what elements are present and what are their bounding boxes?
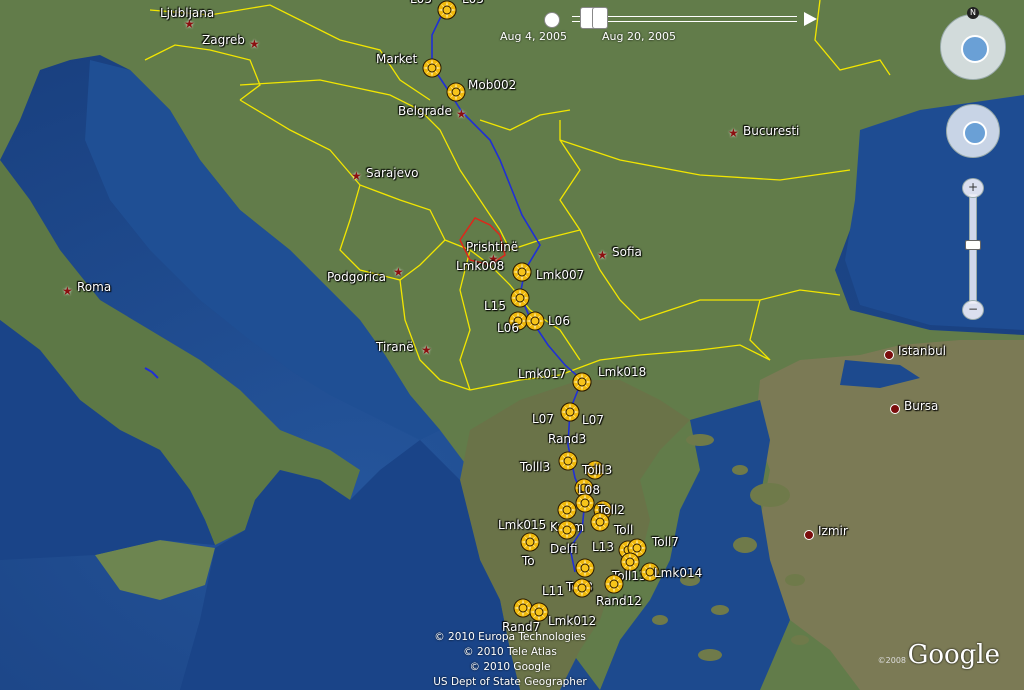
hand-icon[interactable]: [963, 121, 987, 145]
attribution-line: © 2010 Europa Technologies: [434, 631, 586, 643]
placemark-label[interactable]: Lmk014: [654, 566, 702, 580]
attribution: © 2010 Europa Technologies © 2010 Tele A…: [420, 630, 600, 690]
placemark-sun-icon[interactable]: [437, 0, 457, 20]
city-marker-belgrade: ★: [456, 107, 467, 121]
clock-icon[interactable]: [544, 12, 560, 28]
placemark-label[interactable]: L11: [542, 584, 564, 598]
placemark-sun-icon[interactable]: [512, 262, 532, 282]
city-marker-istanbul: [884, 350, 894, 360]
look-joystick[interactable]: N: [940, 7, 1006, 80]
placemark-label[interactable]: Rand3: [548, 432, 586, 446]
placemark-label[interactable]: L05: [410, 0, 432, 6]
city-label-roma[interactable]: Roma: [77, 280, 111, 294]
city-label-tirane[interactable]: Tiranë: [376, 340, 414, 354]
placemark-label[interactable]: Toll7: [652, 535, 679, 549]
placemark-sun-icon[interactable]: [590, 512, 610, 532]
zoom-slider[interactable]: + −: [962, 178, 984, 320]
placemark-label[interactable]: L05: [462, 0, 484, 6]
city-label-ljubljana[interactable]: Ljubljana: [160, 6, 214, 20]
placemark-label[interactable]: Lmk017: [518, 367, 566, 381]
city-label-sarajevo[interactable]: Sarajevo: [366, 166, 418, 180]
city-label-bucuresti[interactable]: Bucuresti: [743, 124, 799, 138]
city-marker-bucuresti: ★: [728, 126, 739, 140]
placemark-sun-icon[interactable]: [422, 58, 442, 78]
play-icon[interactable]: [804, 12, 817, 26]
eye-icon[interactable]: [961, 35, 989, 63]
attribution-line: © 2010 Google: [469, 661, 551, 673]
satellite-map[interactable]: ★ Ljubljana ★ Zagreb ★ Belgrade ★ Bucure…: [0, 0, 1024, 690]
navigation-controls: N + −: [940, 7, 1006, 328]
city-marker-zagreb: ★: [249, 37, 260, 51]
placemark-sun-icon[interactable]: [446, 82, 466, 102]
placemark-label[interactable]: L07: [532, 412, 554, 426]
placemark-sun-icon[interactable]: [520, 532, 540, 552]
placemark-label[interactable]: Lmk012: [548, 614, 596, 628]
placemark-sun-icon[interactable]: [558, 451, 578, 471]
city-marker-izmir: [804, 530, 814, 540]
placemark-sun-icon[interactable]: [575, 493, 595, 513]
city-marker-sofia: ★: [597, 248, 608, 262]
zoom-handle[interactable]: [965, 240, 981, 250]
placemark-label[interactable]: L06: [548, 314, 570, 328]
placemark-sun-icon[interactable]: [525, 311, 545, 331]
placemark-label[interactable]: Tolll3: [582, 463, 612, 477]
city-marker-podgorica: ★: [393, 265, 404, 279]
google-logo: Google: [907, 640, 1000, 670]
placemark-sun-icon[interactable]: [604, 574, 624, 594]
placemark-label[interactable]: Mob002: [468, 78, 516, 92]
city-label-belgrade[interactable]: Belgrade: [398, 104, 452, 118]
placemark-label[interactable]: Lmk007: [536, 268, 584, 282]
placemark-sun-icon[interactable]: [572, 372, 592, 392]
city-marker-bursa: [890, 404, 900, 414]
placemark-sun-icon[interactable]: [572, 578, 592, 598]
city-label-sofia[interactable]: Sofia: [612, 245, 642, 259]
placemark-sun-icon[interactable]: [557, 500, 577, 520]
time-slider[interactable]: Aug 4, 2005 Aug 20, 2005: [500, 6, 822, 46]
attribution-line: © 2010 Tele Atlas: [463, 646, 557, 658]
map-base-layer: [0, 0, 1024, 690]
city-label-bursa[interactable]: Bursa: [904, 399, 938, 413]
placemark-label[interactable]: Market: [376, 52, 417, 66]
placemark-label[interactable]: L07: [582, 413, 604, 427]
placemark-label[interactable]: L15: [484, 299, 506, 313]
zoom-in-button[interactable]: +: [962, 178, 984, 198]
north-indicator[interactable]: N: [967, 7, 979, 19]
city-marker-tirane: ★: [421, 343, 432, 357]
city-label-zagreb[interactable]: Zagreb: [202, 33, 245, 47]
placemark-label[interactable]: Tolll3: [520, 460, 550, 474]
placemark-label[interactable]: L06: [497, 321, 519, 335]
zoom-out-button[interactable]: −: [962, 300, 984, 320]
placemark-sun-icon[interactable]: [529, 602, 549, 622]
city-label-prishtine[interactable]: Prishtinë: [466, 240, 518, 254]
city-marker-roma: ★: [62, 284, 73, 298]
placemark-label[interactable]: Toll: [614, 523, 633, 537]
city-label-istanbul[interactable]: Istanbul: [898, 344, 946, 358]
logo-year: ©2008: [877, 656, 906, 665]
attribution-line: US Dept of State Geographer: [433, 676, 587, 688]
city-label-izmir[interactable]: Izmir: [818, 524, 848, 538]
placemark-label[interactable]: Delfi: [550, 542, 578, 556]
placemark-sun-icon[interactable]: [557, 520, 577, 540]
move-joystick[interactable]: [946, 104, 1000, 158]
placemark-sun-icon[interactable]: [510, 288, 530, 308]
placemark-label[interactable]: Rand12: [596, 594, 642, 608]
city-label-podgorica[interactable]: Podgorica: [327, 270, 386, 284]
city-marker-sarajevo: ★: [351, 169, 362, 183]
placemark-label[interactable]: To: [522, 554, 535, 568]
time-slider-start-date: Aug 4, 2005: [500, 30, 567, 43]
placemark-sun-icon[interactable]: [575, 558, 595, 578]
placemark-sun-icon[interactable]: [560, 402, 580, 422]
time-slider-end-handle[interactable]: [592, 7, 608, 29]
placemark-label[interactable]: Lmk018: [598, 365, 646, 379]
placemark-label[interactable]: Lmk008: [456, 259, 504, 273]
placemark-label[interactable]: Lmk015: [498, 518, 546, 532]
time-slider-end-date: Aug 20, 2005: [602, 30, 676, 43]
placemark-label[interactable]: L13: [592, 540, 614, 554]
